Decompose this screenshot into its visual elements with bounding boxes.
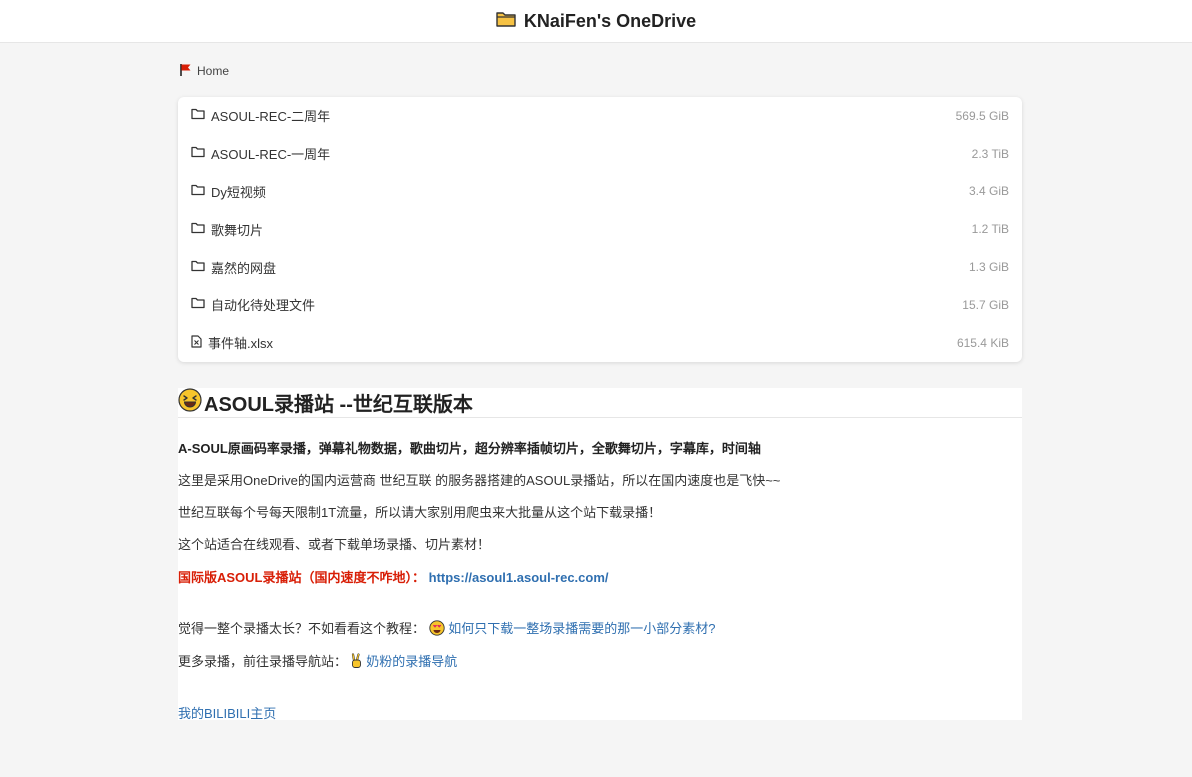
heart-eyes-icon (428, 620, 445, 639)
folder-outline-icon (191, 297, 205, 312)
tutorial-link[interactable]: 如何只下载一整场录播需要的那一小部分素材? (448, 621, 715, 636)
file-name: ASOUL-REC-二周年 (211, 109, 331, 125)
bilibili-link[interactable]: 我的BILIBILI主页 (178, 706, 276, 721)
victory-hand-icon (351, 653, 363, 672)
tutorial-line: 觉得一整个录播太长？不如看看这个教程： 如何只下载一整场录播需要的那一小部分素材… (178, 618, 716, 639)
folder-outline-icon (191, 184, 205, 199)
folder-outline-icon (191, 108, 205, 123)
file-list: ASOUL-REC-二周年 569.5 GiB ASOUL-REC-一周年 2.… (178, 97, 1022, 362)
readme-line-2: 世纪互联每个号每天限制1T流量，所以请大家别用爬虫来大批量从这个站下载录播！ (178, 505, 662, 520)
file-size: 569.5 GiB (955, 108, 1009, 123)
excel-file-icon (191, 335, 202, 351)
file-size: 615.4 KiB (956, 335, 1009, 350)
list-item[interactable]: ASOUL-REC-一周年 2.3 TiB (178, 135, 1022, 173)
intl-site-line: 国际版ASOUL录播站（国内速度不咋地）： https://asoul1.aso… (178, 567, 609, 586)
readme-line-1: 这里是采用OneDrive的国内运营商 世纪互联 的服务器搭建的ASOUL录播站… (178, 473, 781, 488)
flag-icon (179, 63, 192, 80)
file-name: 嘉然的网盘 (211, 260, 277, 276)
folder-outline-icon (191, 222, 205, 237)
list-item[interactable]: 嘉然的网盘 1.3 GiB (178, 248, 1022, 286)
folder-icon (496, 10, 516, 33)
file-size: 3.4 GiB (968, 184, 1009, 199)
readme-subtitle: A-SOUL原画码率录播，弹幕礼物数据，歌曲切片，超分辨率插帧切片，全歌舞切片，… (178, 441, 761, 456)
top-bar: KNaiFen's OneDrive (0, 0, 1192, 43)
tutorial-prefix: 觉得一整个录播太长？不如看看这个教程： (178, 621, 426, 636)
folder-outline-icon (191, 260, 205, 275)
file-name: 事件轴.xlsx (208, 336, 274, 352)
file-size: 15.7 GiB (962, 297, 1009, 312)
nav-link[interactable]: 奶粉的录播导航 (366, 654, 457, 669)
file-name: Dy短视频 (211, 184, 266, 200)
bilibili-line: 我的BILIBILI主页 (178, 703, 276, 722)
breadcrumb-home[interactable]: Home (197, 64, 229, 78)
list-item[interactable]: 歌舞切片 1.2 TiB (178, 210, 1022, 248)
readme-title: ASOUL录播站 --世纪互联版本 (178, 387, 1022, 418)
file-size: 2.3 TiB (971, 146, 1009, 161)
list-item[interactable]: ASOUL-REC-二周年 569.5 GiB (178, 97, 1022, 135)
nav-line: 更多录播，前往录播导航站： 奶粉的录播导航 (178, 651, 457, 672)
readme-line-3: 这个站适合在线观看、或者下载单场录播、切片素材！ (178, 537, 491, 552)
breadcrumb: Home (179, 62, 229, 80)
list-item[interactable]: 自动化待处理文件 15.7 GiB (178, 286, 1022, 324)
list-item[interactable]: Dy短视频 3.4 GiB (178, 173, 1022, 211)
file-name: 歌舞切片 (211, 222, 264, 238)
file-size: 1.2 TiB (971, 222, 1009, 237)
folder-outline-icon (191, 146, 205, 161)
file-name: ASOUL-REC-一周年 (211, 147, 331, 163)
laughing-face-icon (178, 387, 202, 418)
file-size: 1.3 GiB (968, 260, 1009, 275)
nav-prefix: 更多录播，前往录播导航站： (178, 654, 348, 669)
intl-site-label: 国际版ASOUL录播站（国内速度不咋地）： (178, 570, 426, 585)
list-item[interactable]: 事件轴.xlsx 615.4 KiB (178, 324, 1022, 362)
site-title[interactable]: KNaiFen's OneDrive (496, 10, 696, 33)
site-title-text: KNaiFen's OneDrive (523, 10, 697, 31)
intl-site-link[interactable]: https://asoul1.asoul-rec.com/ (429, 570, 609, 585)
readme-title-text: ASOUL录播站 --世纪互联版本 (204, 394, 473, 416)
readme-panel: ASOUL录播站 --世纪互联版本 A-SOUL原画码率录播，弹幕礼物数据，歌曲… (178, 387, 1022, 722)
file-name: 自动化待处理文件 (211, 298, 316, 314)
